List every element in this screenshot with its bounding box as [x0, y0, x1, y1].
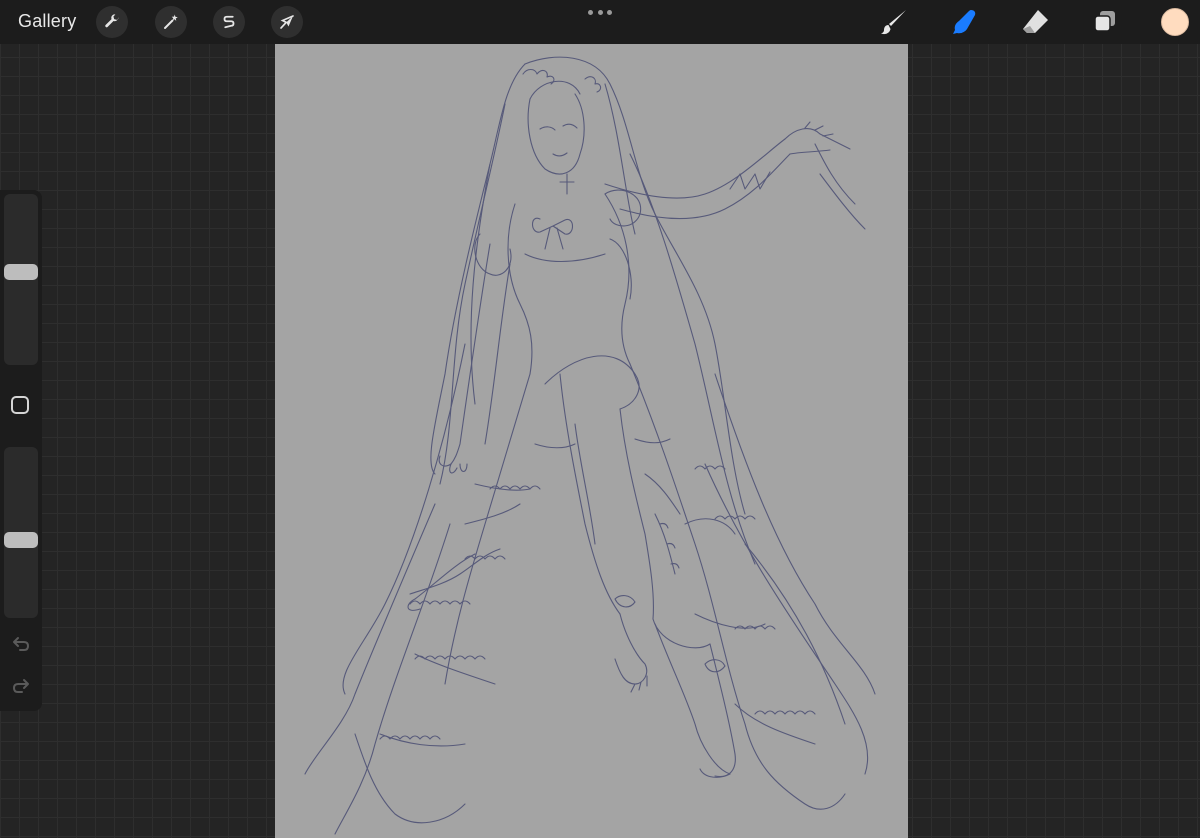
transform-button[interactable]	[271, 6, 303, 38]
brush-size-slider[interactable]	[4, 194, 38, 365]
brush-size-thumb[interactable]	[4, 264, 38, 281]
smudge-finger-icon	[953, 10, 976, 34]
layers-icon	[1094, 11, 1115, 32]
eraser-icon	[1023, 10, 1048, 33]
drawing-canvas[interactable]	[275, 44, 908, 838]
arrow-cursor-icon	[280, 15, 294, 29]
modify-button[interactable]	[11, 396, 29, 414]
eraser-tool-button[interactable]	[1019, 6, 1051, 38]
left-sidebar	[0, 190, 42, 711]
brush-tool-button[interactable]	[878, 6, 910, 38]
color-picker-button[interactable]	[1161, 8, 1189, 36]
dot	[597, 9, 603, 15]
dot	[607, 9, 612, 15]
redo-button[interactable]	[9, 674, 33, 698]
actions-button[interactable]	[96, 6, 128, 38]
wrench-icon	[105, 14, 119, 28]
opacity-slider[interactable]	[4, 447, 38, 618]
adjustments-button[interactable]	[155, 6, 187, 38]
brush-icon	[881, 10, 906, 35]
undo-button[interactable]	[9, 632, 33, 656]
undo-icon	[13, 637, 30, 651]
more-options-button[interactable]	[588, 6, 612, 18]
selection-button[interactable]	[213, 6, 245, 38]
smudge-tool-button[interactable]	[948, 6, 980, 38]
selection-s-icon	[223, 15, 235, 29]
magic-wand-icon	[164, 14, 178, 29]
top-toolbar: Gallery	[0, 0, 1200, 44]
opacity-thumb[interactable]	[4, 531, 38, 548]
sketch-artwork	[304, 56, 876, 835]
dot	[588, 9, 593, 15]
redo-icon	[12, 679, 29, 693]
gallery-button[interactable]: Gallery	[18, 11, 76, 32]
layers-button[interactable]	[1089, 6, 1121, 38]
